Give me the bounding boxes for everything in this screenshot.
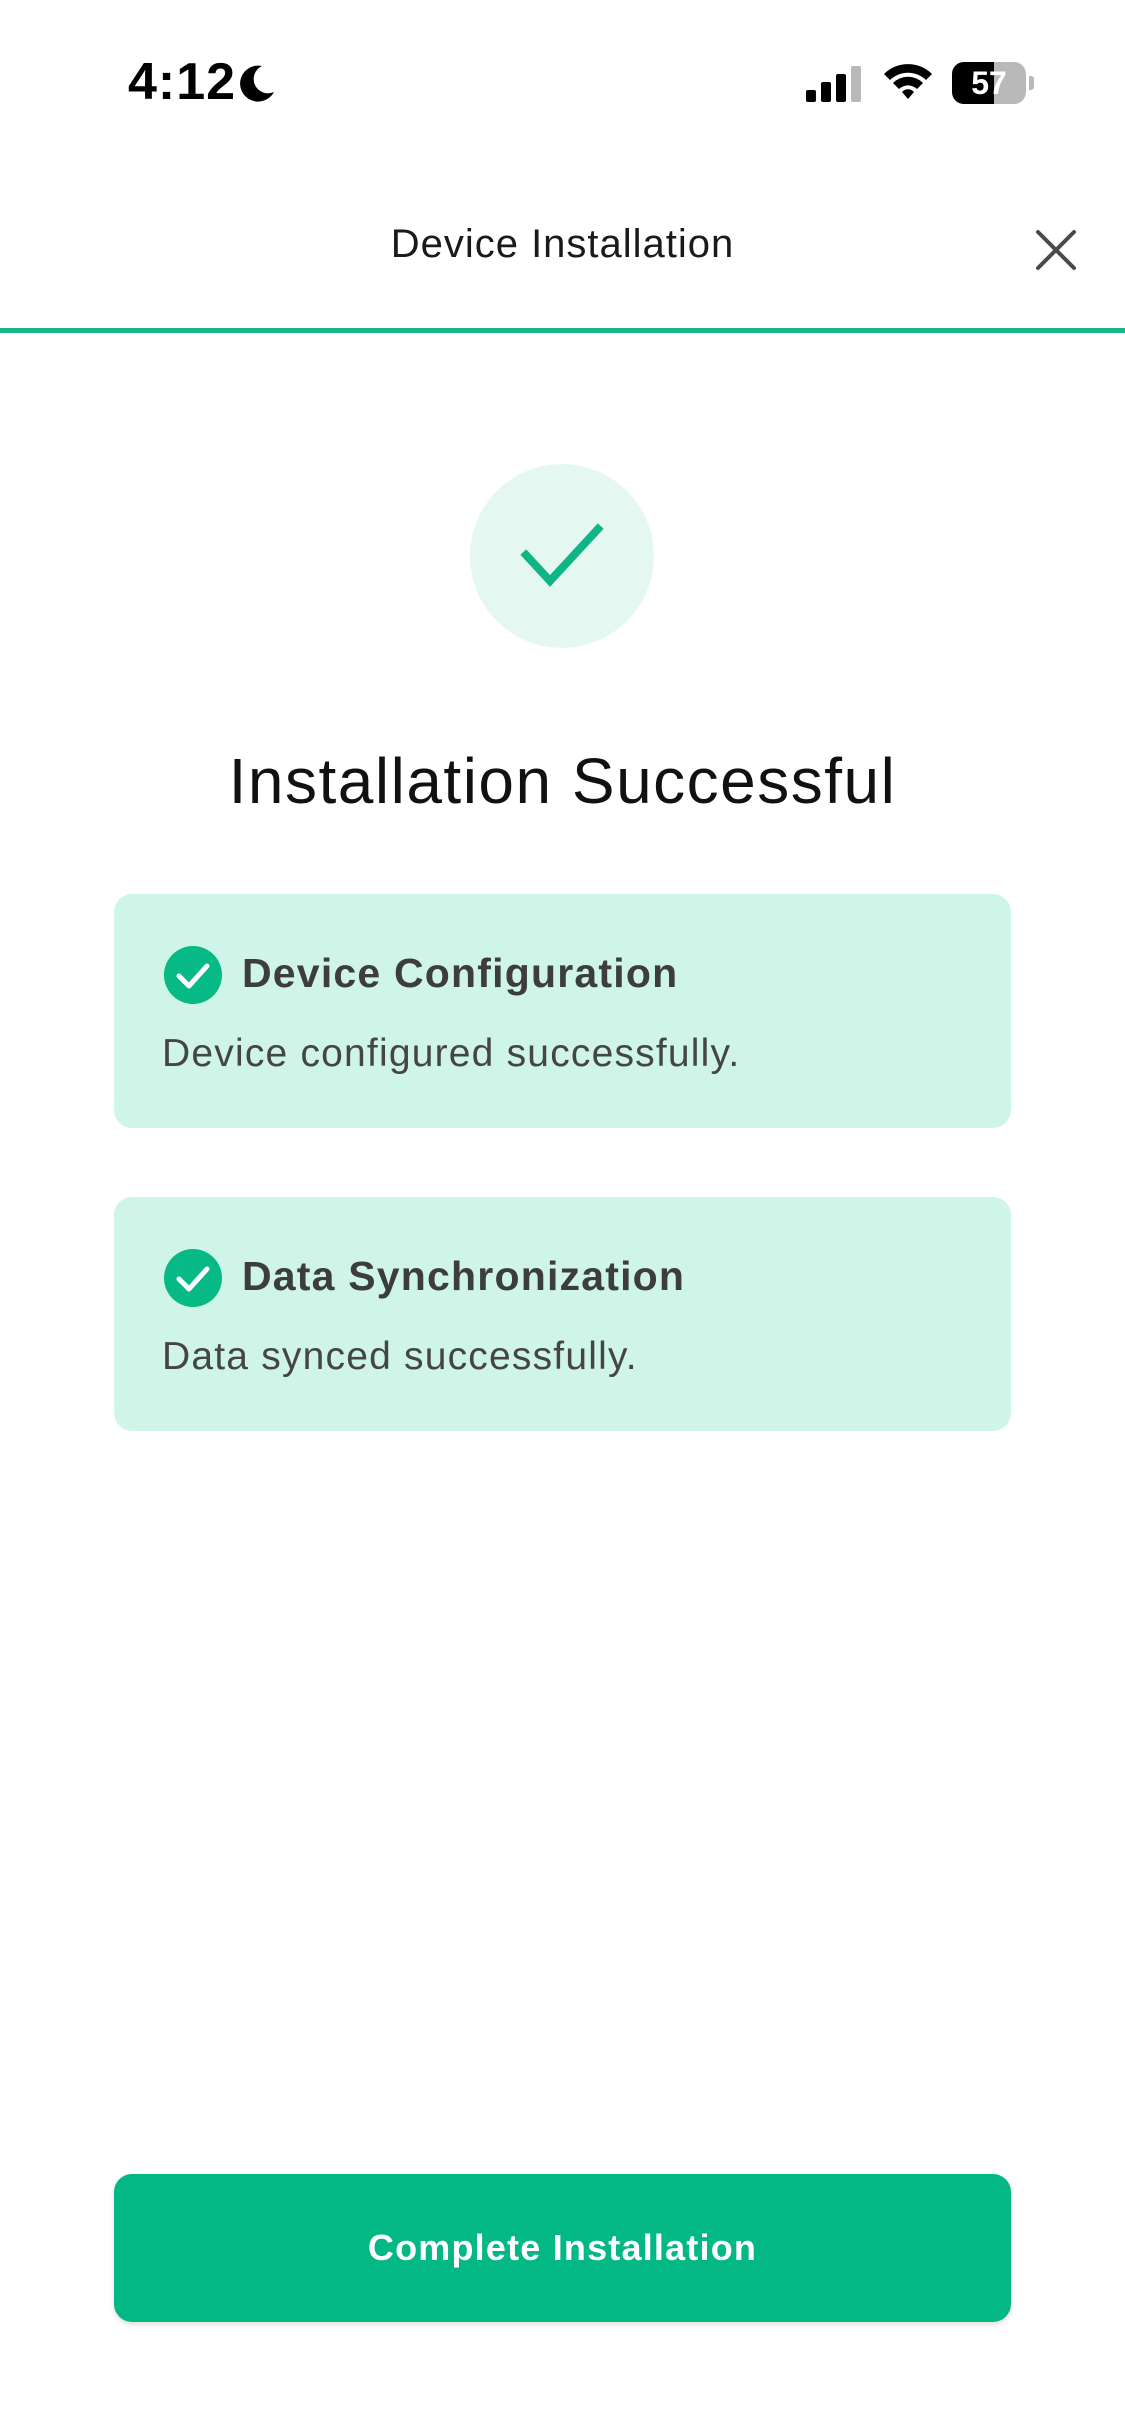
success-circle xyxy=(470,464,654,648)
close-button[interactable] xyxy=(1030,224,1082,276)
checkmark-icon xyxy=(520,523,604,587)
success-title: Installation Successful xyxy=(228,745,897,817)
step-description: Device configured successfully. xyxy=(162,1032,741,1075)
complete-installation-button[interactable]: Complete Installation xyxy=(114,2174,1011,2322)
status-bar: 4:12 57 xyxy=(0,0,1125,160)
check-circle-icon xyxy=(164,946,222,1004)
step-card-data-synchronization: Data Synchronization Data synced success… xyxy=(114,1197,1011,1431)
step-title: Device Configuration xyxy=(242,950,679,996)
moon-icon xyxy=(240,65,274,102)
step-title: Data Synchronization xyxy=(242,1253,686,1299)
battery-cap xyxy=(1029,76,1034,90)
app-screen: 4:12 57 Device Installation Installation… xyxy=(0,0,1125,2436)
close-icon xyxy=(1036,230,1076,270)
wifi-icon xyxy=(884,64,932,99)
step-description: Data synced successfully. xyxy=(162,1335,638,1378)
battery-level: 57 xyxy=(971,65,1007,101)
progress-bar xyxy=(0,328,1125,333)
check-circle-icon xyxy=(164,1249,222,1307)
page-title: Device Installation xyxy=(390,222,735,266)
battery-body: 57 xyxy=(952,62,1026,104)
signal-icon xyxy=(806,66,861,102)
battery-icon: 57 xyxy=(952,62,1034,104)
status-time: 4:12 xyxy=(128,53,237,111)
step-card-device-configuration: Device Configuration Device configured s… xyxy=(114,894,1011,1128)
header: Device Installation xyxy=(0,190,1125,330)
